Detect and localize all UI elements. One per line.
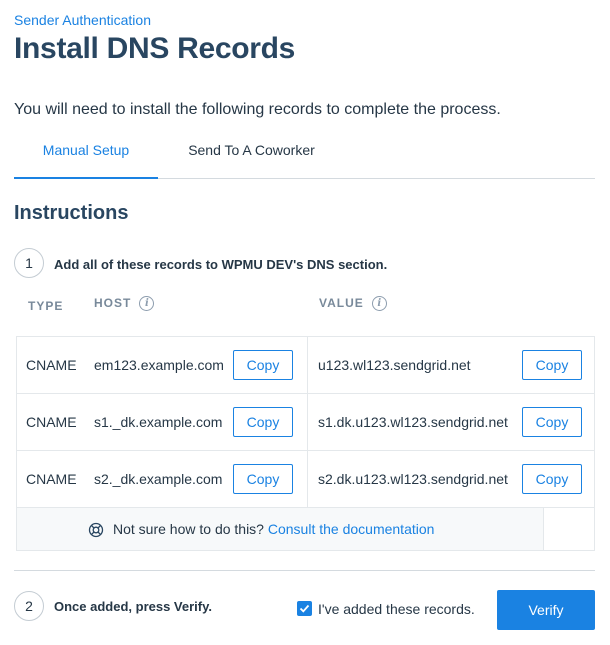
tab-manual-setup[interactable]: Manual Setup — [14, 130, 158, 179]
help-row: Not sure how to do this? Consult the doc… — [17, 508, 594, 550]
instructions-title: Instructions — [14, 202, 129, 224]
step-1-text: Add all of these records to WPMU DEV's D… — [54, 257, 388, 272]
help-text: Not sure how to do this? Consult the doc… — [113, 521, 434, 537]
table-row: CNAME s1._dk.example.com Copy s1.dk.u123… — [17, 394, 594, 451]
documentation-link[interactable]: Consult the documentation — [268, 521, 435, 537]
record-host: s2._dk.example.com — [94, 471, 223, 487]
breadcrumb[interactable]: Sender Authentication — [14, 12, 151, 28]
step-2-number: 2 — [14, 591, 44, 621]
column-header-value: VALUE i — [319, 296, 387, 312]
setup-tabs: Manual Setup Send To A Coworker — [14, 130, 595, 179]
step-2-text: Once added, press Verify. — [54, 599, 212, 614]
copy-host-button[interactable]: Copy — [233, 350, 293, 380]
record-value: s2.dk.u123.wl123.sendgrid.net — [318, 471, 508, 487]
info-icon[interactable]: i — [371, 296, 387, 312]
dns-records-table: CNAME em123.example.com Copy u123.wl123.… — [16, 336, 595, 551]
column-divider — [307, 337, 308, 393]
column-header-type: TYPE — [28, 299, 64, 313]
column-divider — [307, 451, 308, 507]
checkmark-icon — [299, 604, 310, 613]
step-1-number: 1 — [14, 248, 44, 278]
copy-value-button[interactable]: Copy — [522, 407, 582, 437]
table-row: CNAME s2._dk.example.com Copy s2.dk.u123… — [17, 451, 594, 508]
copy-value-button[interactable]: Copy — [522, 464, 582, 494]
column-divider — [307, 394, 308, 450]
intro-text: You will need to install the following r… — [14, 101, 501, 118]
column-header-host: HOST i — [94, 296, 155, 312]
record-value: s1.dk.u123.wl123.sendgrid.net — [318, 414, 508, 430]
copy-host-button[interactable]: Copy — [233, 407, 293, 437]
lifebuoy-icon — [88, 522, 104, 538]
record-value: u123.wl123.sendgrid.net — [318, 357, 471, 373]
checkbox-label[interactable]: I've added these records. — [318, 601, 475, 617]
tab-send-to-coworker[interactable]: Send To A Coworker — [174, 130, 329, 179]
record-type: CNAME — [26, 414, 77, 430]
copy-value-button[interactable]: Copy — [522, 350, 582, 380]
info-icon[interactable]: i — [139, 296, 155, 312]
column-header-value-label: VALUE — [319, 296, 364, 310]
record-host: em123.example.com — [94, 357, 224, 373]
copy-host-button[interactable]: Copy — [233, 464, 293, 494]
page-title: Install DNS Records — [14, 32, 296, 65]
help-row-spacer — [543, 508, 594, 550]
record-host: s1._dk.example.com — [94, 414, 223, 430]
record-type: CNAME — [26, 357, 77, 373]
records-added-checkbox[interactable] — [297, 601, 312, 616]
table-row: CNAME em123.example.com Copy u123.wl123.… — [17, 337, 594, 394]
help-question: Not sure how to do this? — [113, 521, 264, 537]
column-header-host-label: HOST — [94, 296, 132, 310]
section-divider — [14, 570, 595, 571]
verify-button[interactable]: Verify — [497, 590, 595, 630]
record-type: CNAME — [26, 471, 77, 487]
